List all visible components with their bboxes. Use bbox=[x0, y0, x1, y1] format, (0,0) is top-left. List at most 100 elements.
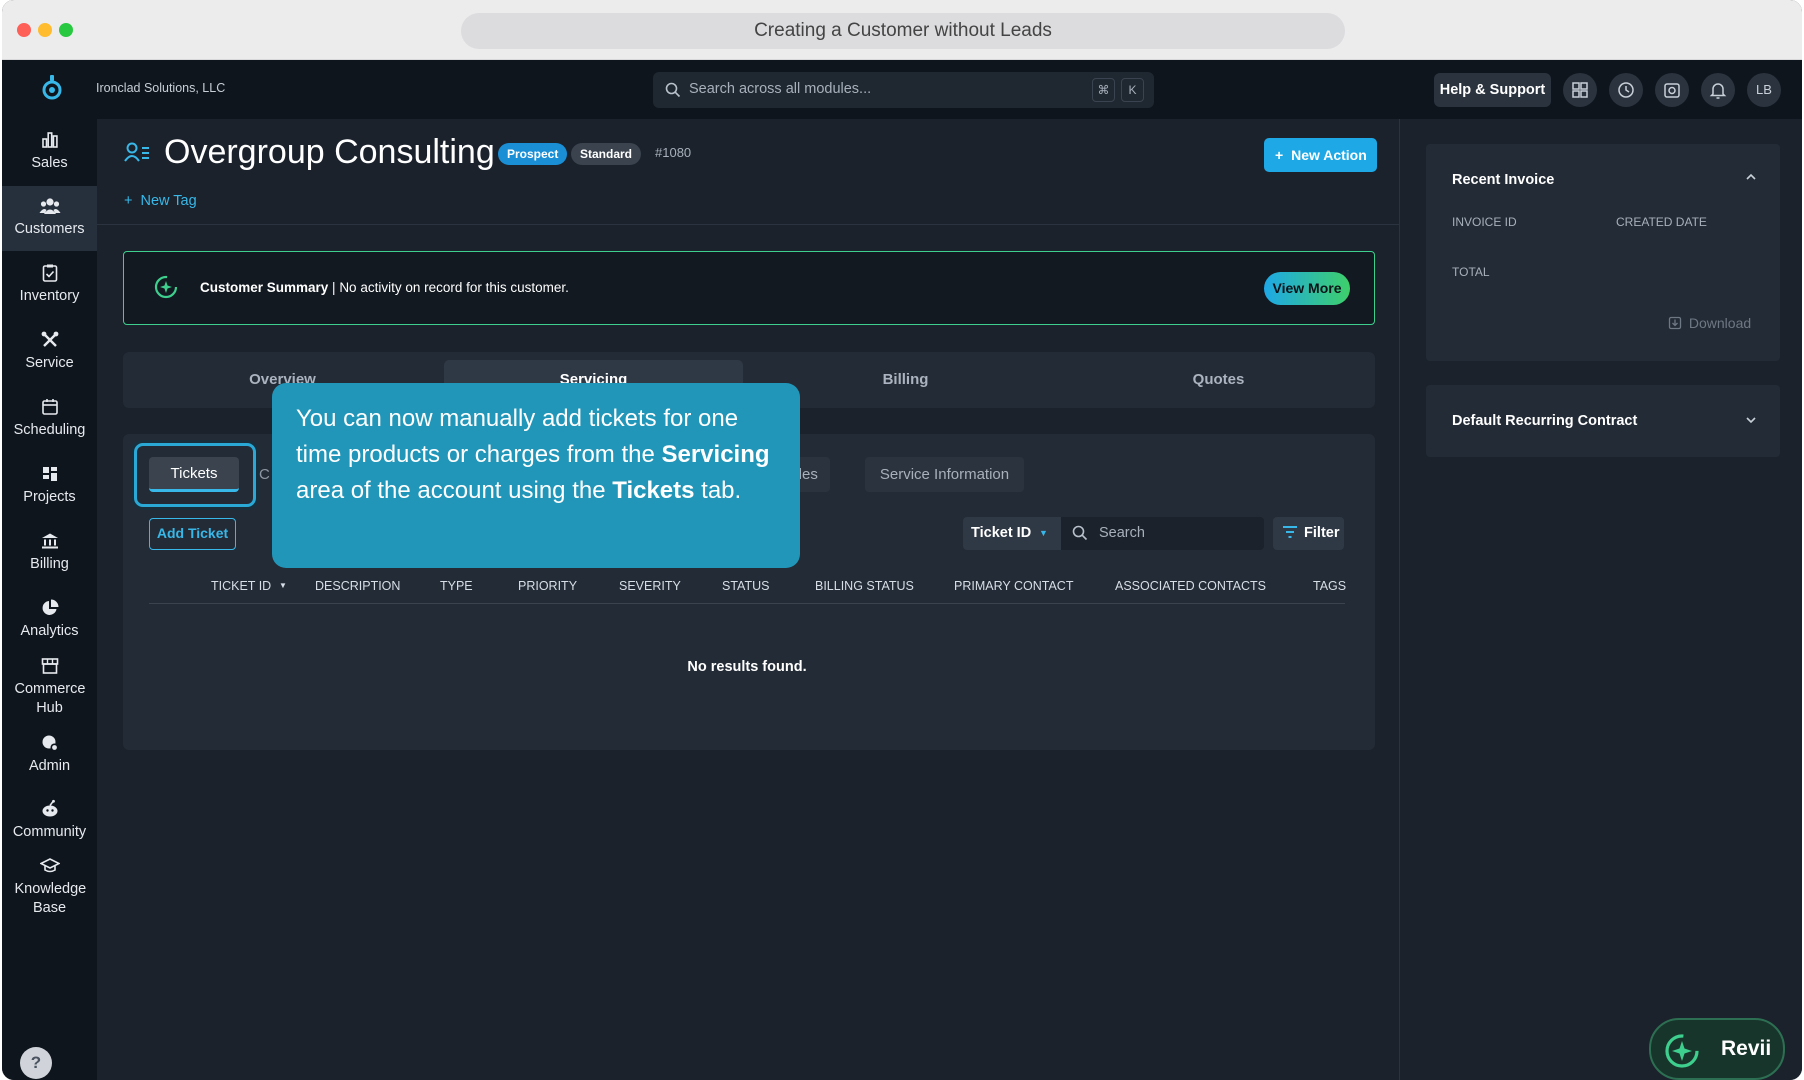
summary-title: Customer Summary bbox=[200, 280, 329, 295]
right-sidebar: Recent Invoice INVOICE ID CREATED DATE T… bbox=[1399, 119, 1802, 1080]
search-icon bbox=[665, 82, 681, 103]
summary-text: Customer Summary | No activity on record… bbox=[200, 280, 569, 295]
chevron-down-icon[interactable] bbox=[1744, 413, 1758, 432]
graduation-cap-icon bbox=[39, 858, 60, 873]
app-logo-icon[interactable] bbox=[40, 74, 64, 102]
sidebar-item-label: Community bbox=[12, 824, 87, 840]
summary-separator: | bbox=[328, 280, 340, 295]
default-recurring-contract-card[interactable]: Default Recurring Contract bbox=[1426, 385, 1780, 457]
help-question-button[interactable]: ? bbox=[20, 1047, 52, 1079]
sidebar-item-label: Scheduling bbox=[13, 422, 86, 438]
plus-icon: + bbox=[1275, 147, 1284, 163]
tooltip-text-2: area of the account using the bbox=[296, 477, 613, 504]
revii-assistant-button[interactable]: Revii bbox=[1649, 1018, 1785, 1080]
tab-service-information[interactable]: Service Information bbox=[865, 457, 1024, 492]
tooltip-bold-servicing: Servicing bbox=[661, 441, 770, 468]
pie-chart-icon bbox=[42, 599, 58, 615]
column-header-type[interactable]: TYPE bbox=[440, 579, 473, 593]
close-window-button[interactable] bbox=[17, 23, 31, 37]
column-header-primary-contact[interactable]: PRIMARY CONTACT bbox=[954, 579, 1073, 593]
filter-button[interactable]: Filter bbox=[1273, 517, 1344, 550]
sidebar-item-label: Service bbox=[25, 355, 74, 371]
history-icon bbox=[1618, 82, 1634, 98]
filter-icon bbox=[1283, 526, 1297, 538]
download-label: Download bbox=[1688, 315, 1752, 331]
customer-profile-icon bbox=[124, 140, 150, 169]
new-action-button[interactable]: + New Action bbox=[1264, 138, 1377, 172]
main-content: Overgroup Consulting Prospect Standard #… bbox=[97, 119, 1399, 1080]
new-action-label: New Action bbox=[1291, 147, 1367, 163]
column-header-severity[interactable]: SEVERITY bbox=[619, 579, 681, 593]
sidebar-item-label: Billing bbox=[30, 556, 69, 572]
download-button[interactable]: Download bbox=[1668, 315, 1751, 331]
revii-label: Revii bbox=[1721, 1037, 1772, 1060]
new-tag-button[interactable]: + New Tag bbox=[124, 193, 197, 209]
customer-name: Overgroup Consulting bbox=[164, 133, 495, 171]
sidebar-item-service[interactable]: Service bbox=[2, 330, 97, 386]
sort-desc-icon[interactable]: ▼ bbox=[279, 581, 287, 590]
history-button[interactable] bbox=[1609, 73, 1643, 107]
column-header-tags[interactable]: TAGS bbox=[1313, 579, 1346, 593]
filter-label: Filter bbox=[1304, 525, 1340, 541]
column-header-status[interactable]: STATUS bbox=[722, 579, 769, 593]
tab-tickets[interactable]: Tickets bbox=[149, 457, 239, 492]
sidebar-item-billing[interactable]: Billing bbox=[2, 531, 97, 587]
help-support-button[interactable]: Help & Support bbox=[1434, 73, 1551, 107]
clipboard-icon bbox=[42, 264, 57, 282]
sidebar-item-analytics[interactable]: Analytics bbox=[2, 598, 97, 654]
customer-summary-banner: Customer Summary | No activity on record… bbox=[123, 251, 1375, 325]
apps-grid-icon bbox=[1572, 82, 1588, 98]
bell-icon bbox=[1709, 83, 1727, 99]
notifications-button[interactable] bbox=[1701, 73, 1735, 107]
user-avatar[interactable]: LB bbox=[1747, 73, 1781, 107]
sidebar-item-scheduling[interactable]: Scheduling bbox=[2, 397, 97, 453]
sort-field-select[interactable]: Ticket ID ▼ bbox=[963, 517, 1061, 550]
company-name: Ironclad Solutions, LLC bbox=[96, 81, 226, 95]
invoice-id-label: INVOICE ID bbox=[1452, 215, 1517, 229]
column-header-associated-contacts[interactable]: ASSOCIATED CONTACTS bbox=[1115, 579, 1266, 593]
column-header-ticket-id[interactable]: TICKET ID bbox=[211, 579, 271, 593]
column-header-priority[interactable]: PRIORITY bbox=[518, 579, 577, 593]
sidebar-item-projects[interactable]: Projects bbox=[2, 464, 97, 520]
column-header-billing-status[interactable]: BILLING STATUS bbox=[815, 579, 914, 593]
shortcut-k-key: K bbox=[1121, 78, 1144, 102]
walkthrough-tooltip: You can now manually add tickets for one… bbox=[272, 383, 800, 568]
add-ticket-button[interactable]: Add Ticket bbox=[149, 518, 236, 550]
sidebar-item-label: Customers bbox=[14, 221, 85, 237]
browser-title[interactable]: Creating a Customer without Leads bbox=[461, 13, 1345, 49]
minimize-window-button[interactable] bbox=[38, 23, 52, 37]
sidebar-item-sales[interactable]: Sales bbox=[2, 130, 97, 186]
recent-invoice-title: Recent Invoice bbox=[1452, 172, 1555, 188]
contract-title: Default Recurring Contract bbox=[1452, 413, 1638, 429]
sidebar-item-label: Analytics bbox=[20, 623, 79, 639]
view-more-button[interactable]: View More bbox=[1264, 272, 1350, 305]
sidebar-item-community[interactable]: Community bbox=[2, 799, 97, 855]
timer-button[interactable] bbox=[1655, 73, 1689, 107]
recent-invoice-card: Recent Invoice INVOICE ID CREATED DATE T… bbox=[1426, 144, 1780, 361]
sidebar: Sales Customers Inventory Service Schedu… bbox=[2, 119, 97, 1080]
sidebar-item-label: Commerce Hub bbox=[14, 681, 86, 716]
column-header-description[interactable]: DESCRIPTION bbox=[315, 579, 400, 593]
chevron-up-icon[interactable] bbox=[1744, 170, 1758, 189]
sidebar-item-admin[interactable]: Admin bbox=[2, 733, 97, 789]
sidebar-item-customers[interactable]: Customers bbox=[2, 186, 97, 251]
projects-icon bbox=[42, 467, 57, 481]
search-icon bbox=[1072, 525, 1088, 546]
maximize-window-button[interactable] bbox=[59, 23, 73, 37]
ticket-search-input[interactable]: Search bbox=[1061, 517, 1264, 550]
sidebar-item-inventory[interactable]: Inventory bbox=[2, 263, 97, 319]
tooltip-bold-tickets: Tickets bbox=[612, 477, 695, 504]
sidebar-item-label: Sales bbox=[31, 155, 68, 171]
tab-partial-c[interactable]: C bbox=[259, 466, 270, 483]
apps-grid-button[interactable] bbox=[1563, 73, 1597, 107]
chevron-down-icon: ▼ bbox=[1039, 528, 1048, 538]
ai-sparkle-icon bbox=[1662, 1031, 1702, 1076]
timer-icon bbox=[1664, 83, 1680, 98]
tab-quotes[interactable]: Quotes bbox=[1062, 352, 1375, 408]
sidebar-item-label: Knowledge Base bbox=[14, 881, 87, 916]
customer-header: Overgroup Consulting Prospect Standard #… bbox=[97, 119, 1399, 225]
sidebar-item-knowledge-base[interactable]: Knowledge Base bbox=[2, 856, 97, 928]
sidebar-item-commerce-hub[interactable]: Commerce Hub bbox=[2, 656, 97, 728]
users-icon bbox=[39, 198, 60, 214]
global-search[interactable]: Search across all modules... ⌘ K bbox=[653, 72, 1154, 108]
